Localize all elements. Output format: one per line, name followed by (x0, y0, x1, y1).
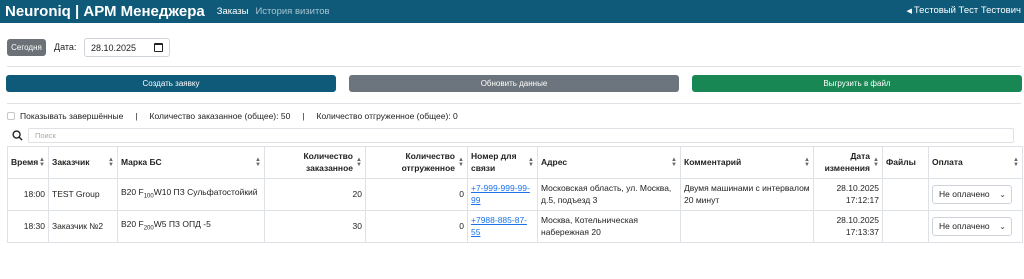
cell-comment: Двумя машинами с интервалом 20 минут (680, 178, 814, 211)
sort-icon: ▲ ▼ (108, 156, 114, 168)
cell-address: Московская область, ул. Москва, д.5, под… (537, 178, 681, 211)
col-time[interactable]: Время ▲ ▼ (7, 146, 49, 179)
payment-select[interactable]: Не оплачено ⌄ (932, 217, 1012, 236)
date-input[interactable]: 28.10.2025 (84, 38, 170, 57)
cell-ordered: 30 (264, 210, 366, 243)
shipped-total: Количество отгруженное (общее): 0 (316, 111, 458, 121)
col-shipped[interactable]: Количество отгруженное ▲ ▼ (365, 146, 468, 179)
cell-shipped: 0 (365, 178, 468, 211)
caret-left-icon: ◀ (906, 7, 912, 15)
sort-icon: ▲ ▼ (255, 156, 261, 168)
cell-shipped: 0 (365, 210, 468, 243)
user-menu[interactable]: ◀ Тестовый Тест Тестович (907, 5, 1021, 16)
cell-files (882, 210, 929, 243)
col-customer[interactable]: Заказчик ▲ ▼ (48, 146, 118, 179)
chevron-down-icon: ⌄ (999, 222, 1006, 231)
divider (7, 103, 1021, 104)
search-icon (7, 127, 27, 143)
separator: | (302, 111, 305, 121)
cell-date-changed: 28.10.2025 17:13:37 (813, 210, 883, 243)
sort-icon: ▲ ▼ (804, 156, 810, 168)
cell-date-changed: 28.10.2025 17:12:17 (813, 178, 883, 211)
create-order-button[interactable]: Создать заявку (6, 75, 336, 92)
sort-icon: ▲ ▼ (356, 156, 362, 168)
phone-link[interactable]: +7988-885-87-55 (471, 215, 527, 237)
chevron-down-icon: ⌄ (999, 190, 1006, 199)
orders-table: Время ▲ ▼ Заказчик ▲ ▼ Марка БС ▲ ▼ Количество… (7, 146, 1023, 243)
col-address[interactable]: Адрес ▲ ▼ (537, 146, 681, 179)
show-completed-label: Показывать завершённые (20, 111, 124, 121)
cell-brand: B20 F200W5 ПЗ ОПД -5 (117, 210, 265, 243)
summary-row: Показывать завершённые | Количество зака… (7, 111, 458, 121)
cell-comment (680, 210, 814, 243)
search-input[interactable]: Поиск (28, 128, 1014, 143)
user-name: Тестовый Тест Тестович (913, 5, 1021, 16)
col-date-changed[interactable]: Дата изменения ▲ ▼ (813, 146, 883, 179)
cell-address: Москва, Котельническая набережная 20 (537, 210, 681, 243)
sort-icon: ▲ ▼ (458, 156, 464, 168)
date-value: 28.10.2025 (91, 42, 137, 53)
payment-select[interactable]: Не оплачено ⌄ (932, 185, 1012, 204)
ordered-total: Количество заказанное (общее): 50 (149, 111, 291, 121)
date-label: Дата: (54, 42, 77, 52)
sort-icon: ▲ ▼ (873, 156, 879, 168)
top-navbar: Neuroniq | АРМ Менеджера Заказы История … (0, 0, 1024, 23)
cell-payment: Не оплачено ⌄ (928, 178, 1023, 211)
col-brand[interactable]: Марка БС ▲ ▼ (117, 146, 265, 179)
export-file-button[interactable]: Выгрузить в файл (692, 75, 1022, 92)
cell-time: 18:00 (7, 178, 49, 211)
divider (7, 66, 1021, 67)
cell-brand: B20 F100W10 ПЗ Сульфатостойкий (117, 178, 265, 211)
table-header-row: Время ▲ ▼ Заказчик ▲ ▼ Марка БС ▲ ▼ Количество… (7, 146, 1023, 179)
sort-icon: ▲ ▼ (39, 156, 45, 168)
app-title[interactable]: Neuroniq | АРМ Менеджера (5, 3, 205, 20)
calendar-icon[interactable] (154, 43, 163, 52)
table-row[interactable]: 18:00 TEST Group B20 F100W10 ПЗ Сульфато… (7, 178, 1023, 211)
nav-orders[interactable]: Заказы (217, 6, 249, 17)
today-button[interactable]: Сегодня (7, 39, 46, 56)
col-phone[interactable]: Номер для связи ▲ ▼ (467, 146, 538, 179)
phone-link[interactable]: +7-999-999-99-99 (471, 183, 530, 205)
separator: | (135, 111, 138, 121)
cell-customer: Заказчик №2 (48, 210, 118, 243)
col-files: Файлы (882, 146, 929, 179)
show-completed-checkbox[interactable] (7, 112, 15, 120)
cell-payment: Не оплачено ⌄ (928, 210, 1023, 243)
cell-customer: TEST Group (48, 178, 118, 211)
table-row[interactable]: 18:30 Заказчик №2 B20 F200W5 ПЗ ОПД -5 3… (7, 210, 1023, 243)
col-comment[interactable]: Комментарий ▲ ▼ (680, 146, 814, 179)
cell-phone: +7988-885-87-55 (467, 210, 538, 243)
refresh-data-button[interactable]: Обновить данные (349, 75, 679, 92)
cell-phone: +7-999-999-99-99 (467, 178, 538, 211)
nav-visit-history[interactable]: История визитов (255, 6, 329, 17)
search-placeholder: Поиск (35, 131, 56, 140)
sort-icon: ▲ ▼ (1013, 156, 1019, 168)
col-ordered[interactable]: Количество заказанное ▲ ▼ (264, 146, 366, 179)
sort-icon: ▲ ▼ (528, 156, 534, 168)
cell-time: 18:30 (7, 210, 49, 243)
col-payment[interactable]: Оплата ▲ ▼ (928, 146, 1023, 179)
cell-files (882, 178, 929, 211)
cell-ordered: 20 (264, 178, 366, 211)
sort-icon: ▲ ▼ (671, 156, 677, 168)
